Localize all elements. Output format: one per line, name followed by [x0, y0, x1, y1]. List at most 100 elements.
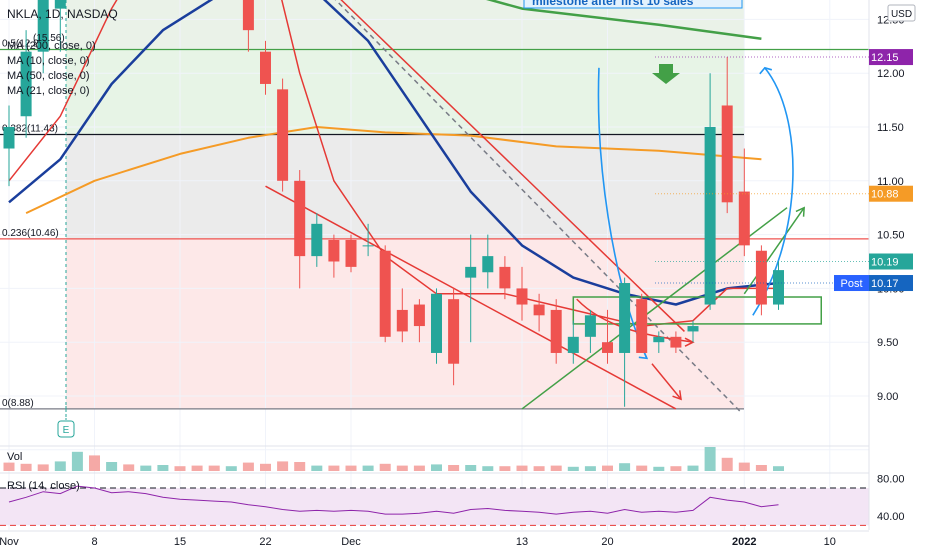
price-tick-label: 9.50: [877, 337, 898, 349]
volume-bar: [687, 465, 699, 471]
volume-bar: [191, 465, 203, 471]
volume-bar: [499, 466, 511, 471]
rsi-band: [0, 488, 869, 526]
price-tag-label: 10.88: [871, 189, 899, 201]
candle-body: [636, 299, 648, 353]
candle-body: [738, 191, 750, 246]
candle-body: [567, 336, 579, 353]
post-label: Post: [840, 278, 862, 290]
volume-bar: [3, 462, 15, 471]
volume-bar: [533, 466, 545, 471]
time-tick-label: 10: [824, 536, 836, 548]
volume-bar: [277, 461, 289, 471]
volume-bar: [448, 465, 460, 471]
currency-button-label: USD: [891, 9, 912, 20]
volume-bar: [37, 464, 49, 471]
volume-bar: [174, 466, 186, 471]
volume-bar: [379, 463, 391, 471]
candle-body: [670, 336, 682, 348]
time-tick-label: 8: [91, 536, 97, 548]
volume-bar: [260, 463, 271, 471]
rsi-tick-label: 80.00: [877, 474, 905, 486]
candle-body: [704, 127, 716, 305]
volume-bar: [396, 465, 408, 471]
candle-body: [277, 89, 289, 181]
currency-button[interactable]: USD: [887, 4, 916, 22]
volume-bar: [550, 465, 562, 471]
volume-bar: [208, 465, 220, 471]
volume-bar: [465, 465, 477, 471]
volume-bar: [602, 465, 613, 471]
time-axis[interactable]: Nov 8 15 22 Dec 13 20 2022 10: [0, 530, 869, 550]
time-tick-label: 20: [601, 536, 613, 548]
candle-body: [602, 342, 613, 353]
time-tick-label: Dec: [341, 536, 361, 548]
volume-bar: [738, 462, 750, 471]
volume-bar: [653, 466, 665, 471]
candle-body: [260, 51, 271, 84]
volume-bar: [140, 465, 152, 471]
time-tick-label: Nov: [0, 536, 19, 548]
volume-bar: [242, 462, 254, 471]
volume-bar: [584, 466, 596, 471]
candle-body: [311, 223, 323, 257]
candle-body: [584, 315, 596, 337]
volume-bar: [704, 447, 716, 471]
volume-bar: [54, 461, 66, 471]
rsi-pane: RSI (14, close): [0, 472, 869, 526]
volume-bar: [20, 463, 32, 471]
volume-bar: [362, 465, 374, 471]
candle-body: [721, 105, 733, 203]
volume-bar: [516, 465, 528, 471]
indicator-ma21[interactable]: MA (21, close, 0): [7, 85, 90, 97]
price-tick-label: 12.00: [877, 68, 905, 80]
price-tag-label: 10.19: [871, 257, 899, 269]
candle-body: [773, 270, 784, 305]
volume-bar: [294, 462, 306, 471]
rsi-label: RSI (14, close): [7, 480, 80, 492]
candle-body: [448, 299, 460, 364]
price-tick-label: 11.50: [877, 122, 904, 134]
candle-body: [379, 250, 391, 337]
time-tick-label: 22: [259, 536, 271, 548]
candle-body: [3, 127, 15, 149]
candle-body: [499, 266, 511, 289]
candle-body: [550, 309, 562, 353]
event-marker-label: E: [63, 425, 70, 436]
candle-body: [362, 245, 374, 247]
candle-body: [482, 256, 494, 273]
milestone-note[interactable]: milestone after first 10 sales: [523, 0, 743, 9]
price-axis-bg: [869, 0, 932, 550]
candle-body: [242, 0, 254, 31]
volume-bar: [413, 465, 425, 471]
volume-bar: [328, 465, 340, 471]
volume-bar: [106, 462, 118, 471]
candle-body: [516, 288, 528, 305]
volume-bar: [567, 466, 579, 471]
indicator-ma10[interactable]: MA (10, close, 0): [7, 55, 90, 67]
candle-body: [755, 250, 767, 305]
volume-bar: [619, 463, 631, 471]
rsi-tick-label: 40.00: [877, 511, 905, 523]
candle-body: [465, 266, 477, 278]
price-chart[interactable]: 0(8.88)0.236(10.46)0.382(11.43)0.5(12.22…: [0, 0, 932, 550]
volume-bar: [345, 465, 357, 471]
price-tag-label: 10.17: [871, 278, 899, 290]
candle-body: [533, 304, 545, 316]
volume-bar: [482, 466, 494, 471]
fib-level-label: 0(8.88): [2, 398, 34, 409]
volume-bar: [773, 466, 784, 471]
volume-bar: [755, 465, 767, 471]
volume-bar: [311, 465, 323, 471]
volume-label: Vol: [7, 451, 22, 463]
time-tick-label: 15: [174, 536, 186, 548]
price-tag-label: 12.15: [871, 52, 899, 64]
time-tick-label: 13: [516, 536, 528, 548]
price-tick-label: 9.00: [877, 391, 898, 403]
indicator-ma50[interactable]: MA (50, close, 0): [7, 70, 90, 82]
fib-level-label: 0.236(10.46): [2, 228, 59, 239]
volume-bar: [157, 465, 169, 471]
candle-body: [619, 283, 631, 353]
green-up-arrow-head: [795, 206, 805, 217]
symbol-title[interactable]: NKLA, 1D, NASDAQ: [7, 7, 118, 21]
